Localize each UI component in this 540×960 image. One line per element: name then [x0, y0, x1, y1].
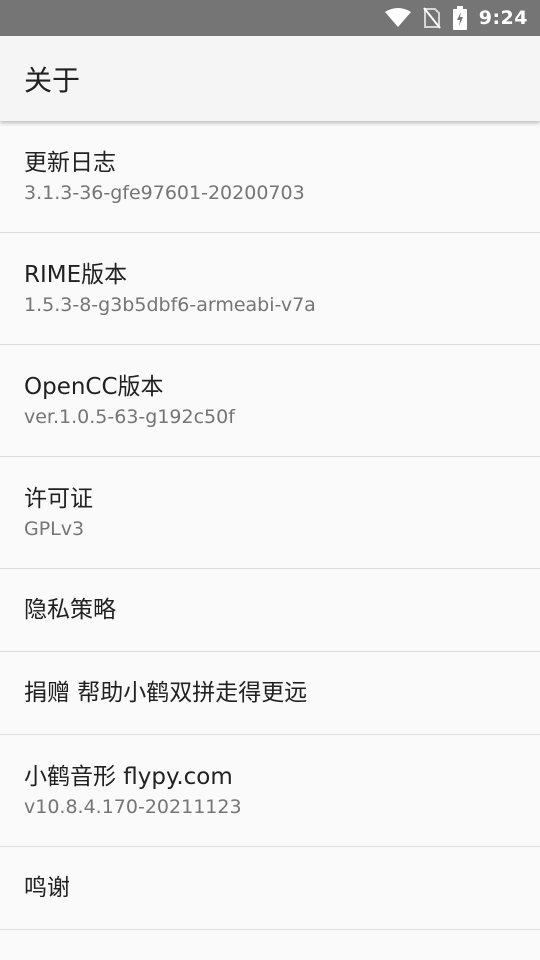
item-title: 更新日志: [24, 149, 116, 176]
item-summary: ver.1.0.5-63-g192c50f: [24, 405, 235, 428]
item-title: 捐赠 帮助小鹤双拼走得更远: [24, 680, 308, 706]
item-summary: 1.5.3-8-g3b5dbf6-armeabi-v7a: [24, 293, 316, 316]
item-title: 鸣谢: [24, 875, 70, 901]
flypy-item[interactable]: 小鹤音形 flypy.com v10.8.4.170-20211123: [0, 735, 540, 847]
battery-charging-icon: [452, 6, 467, 30]
status-bar: 9:24: [0, 0, 540, 36]
donate-item[interactable]: 捐赠 帮助小鹤双拼走得更远: [0, 652, 540, 735]
acknowledgements-item[interactable]: 鸣谢: [0, 847, 540, 930]
rime-version-item[interactable]: RIME版本 1.5.3-8-g3b5dbf6-armeabi-v7a: [0, 233, 540, 345]
page-title: 关于: [24, 63, 81, 97]
item-title: 许可证: [24, 485, 93, 512]
item-summary: v10.8.4.170-20211123: [24, 795, 242, 818]
app-bar: 关于: [0, 36, 540, 121]
privacy-policy-item[interactable]: 隐私策略: [0, 569, 540, 652]
opencc-version-item[interactable]: OpenCC版本 ver.1.0.5-63-g192c50f: [0, 345, 540, 457]
item-title: 小鹤音形 flypy.com: [24, 763, 233, 790]
no-sim-icon: [422, 7, 441, 29]
item-title: RIME版本: [24, 261, 128, 288]
license-item[interactable]: 许可证 GPLv3: [0, 457, 540, 569]
status-time: 9:24: [478, 7, 528, 29]
preference-list: 更新日志 3.1.3-36-gfe97601-20200703 RIME版本 1…: [0, 121, 540, 930]
wifi-icon: [384, 8, 411, 28]
item-summary: GPLv3: [24, 517, 85, 540]
changelog-item[interactable]: 更新日志 3.1.3-36-gfe97601-20200703: [0, 121, 540, 233]
item-title: OpenCC版本: [24, 373, 164, 400]
item-title: 隐私策略: [24, 597, 116, 623]
item-summary: 3.1.3-36-gfe97601-20200703: [24, 181, 305, 204]
